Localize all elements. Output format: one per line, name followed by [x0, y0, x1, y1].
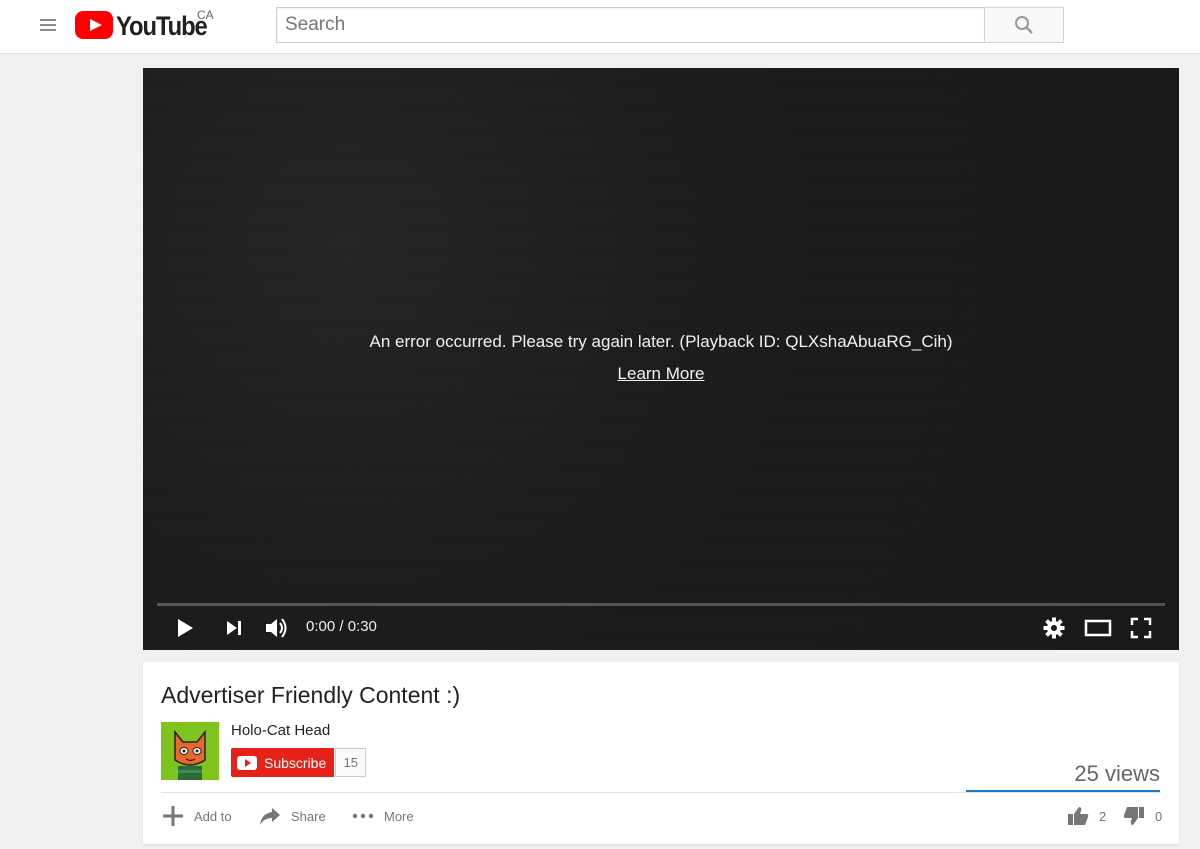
search-icon	[1015, 16, 1033, 34]
video-title: Advertiser Friendly Content :)	[161, 682, 461, 708]
guide-menu-icon[interactable]	[38, 16, 58, 36]
fullscreen-icon[interactable]	[1130, 617, 1152, 639]
plus-icon	[163, 806, 183, 826]
video-player[interactable]: An error occurred. Please try again late…	[143, 68, 1179, 650]
subscribe-button[interactable]: Subscribe	[231, 748, 335, 777]
time-display: 0:00 / 0:30	[306, 618, 377, 635]
subscribe-label: Subscribe	[264, 754, 327, 771]
subscriber-count: 15	[335, 748, 367, 777]
search-input[interactable]	[277, 8, 985, 42]
thumbs-up-icon	[1068, 807, 1089, 825]
channel-avatar[interactable]	[161, 722, 219, 780]
share-icon	[260, 808, 280, 825]
dislike-count: 0	[1155, 808, 1163, 824]
add-to-button[interactable]: Add to	[162, 804, 232, 828]
more-button[interactable]: More	[352, 804, 414, 828]
youtube-play-icon	[237, 755, 257, 770]
dislike-button[interactable]: 0	[1123, 804, 1162, 828]
country-code: CA	[197, 8, 214, 22]
search-button[interactable]	[984, 7, 1064, 43]
channel-name[interactable]: Holo-Cat Head	[231, 722, 330, 739]
add-to-label: Add to	[194, 808, 232, 824]
search-box	[276, 7, 985, 43]
learn-more-container: Learn More	[143, 364, 1179, 384]
play-icon[interactable]	[173, 616, 197, 640]
static-noise	[143, 68, 1179, 650]
subscribe-group: Subscribe 15	[231, 748, 367, 777]
volume-icon[interactable]	[263, 615, 291, 641]
progress-bar[interactable]	[157, 603, 1165, 606]
youtube-logo[interactable]: YouTube CA	[75, 8, 219, 42]
learn-more-link[interactable]: Learn More	[618, 364, 705, 383]
more-dots-icon	[352, 813, 374, 819]
divider	[161, 792, 1161, 793]
view-count: 25 views	[1074, 761, 1160, 786]
cat-avatar-icon	[161, 722, 219, 780]
share-button[interactable]: Share	[259, 804, 326, 828]
next-icon[interactable]	[223, 617, 245, 639]
thumbs-down-icon	[1123, 807, 1144, 825]
like-count: 2	[1099, 808, 1107, 824]
error-message: An error occurred. Please try again late…	[369, 332, 953, 351]
settings-gear-icon[interactable]	[1043, 617, 1065, 639]
like-button[interactable]: 2	[1067, 804, 1106, 828]
theater-mode-icon[interactable]	[1084, 618, 1112, 638]
masthead: YouTube CA	[0, 0, 1200, 54]
more-label: More	[384, 808, 414, 824]
share-label: Share	[291, 808, 326, 824]
youtube-logo-icon	[75, 11, 113, 39]
video-info-card: Advertiser Friendly Content :) Holo-Cat …	[143, 662, 1179, 844]
logo-text: YouTube	[116, 11, 208, 41]
